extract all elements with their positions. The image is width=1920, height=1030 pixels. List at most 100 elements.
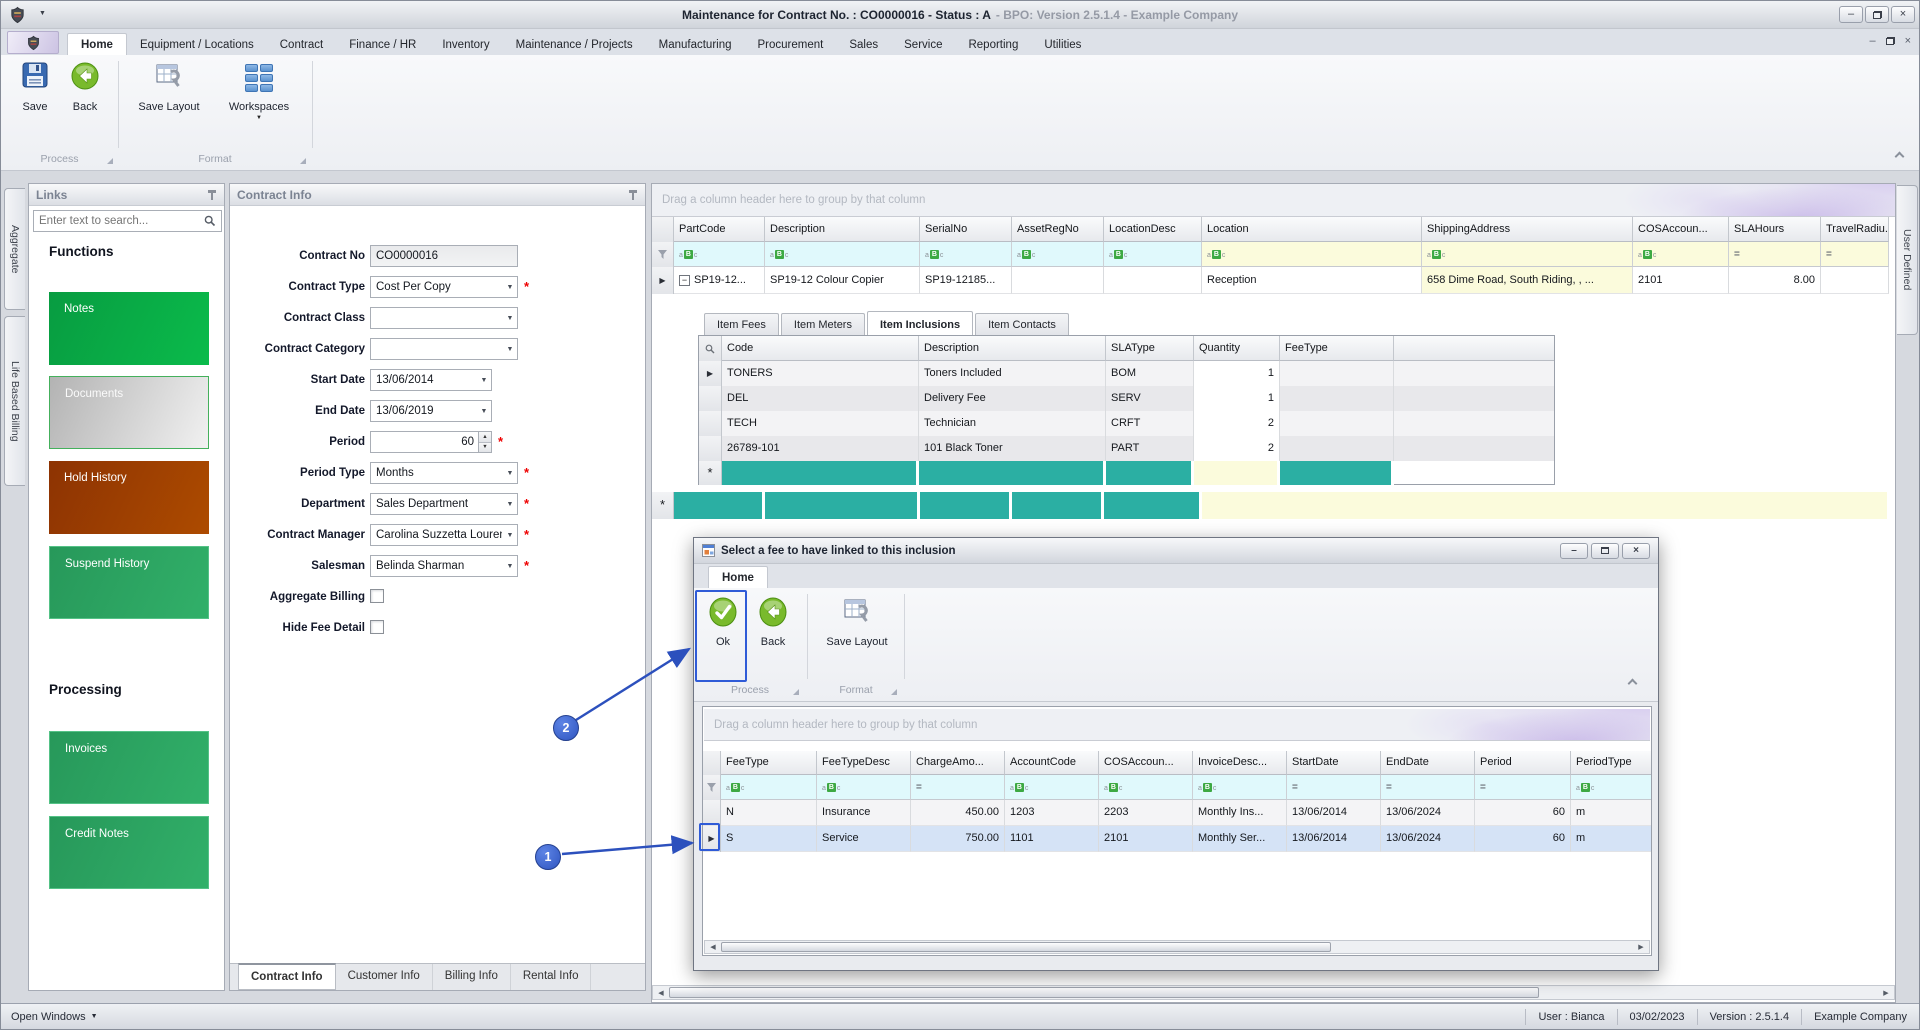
filter-cell[interactable]: aBc	[1422, 242, 1633, 267]
restore-button[interactable]	[1865, 6, 1889, 23]
notes-button[interactable]: Notes	[49, 292, 209, 365]
dialog-maximize-button[interactable]	[1591, 543, 1619, 559]
tab-finance-hr[interactable]: Finance / HR	[336, 34, 429, 55]
column-header[interactable]: SLAHours	[1729, 217, 1821, 242]
filter-cell[interactable]: aBc	[920, 242, 1012, 267]
column-header[interactable]: Description	[765, 217, 920, 242]
column-header[interactable]: TravelRadiu...	[1821, 217, 1889, 242]
new-cell[interactable]	[1104, 492, 1202, 519]
save-layout-button[interactable]: Save Layout	[133, 61, 205, 113]
quick-access-caret-icon[interactable]: ▼	[39, 10, 46, 17]
side-tab-aggregate[interactable]: Aggregate	[4, 188, 25, 310]
scrollbar-thumb[interactable]	[721, 942, 1331, 952]
filter-cell[interactable]: aBc	[1005, 775, 1099, 800]
periodtype-cell[interactable]: m	[1571, 800, 1651, 826]
period-type-select[interactable]: Months▼	[370, 462, 518, 484]
new-cell[interactable]	[920, 492, 1012, 519]
periodtype-cell[interactable]: m	[1571, 826, 1651, 852]
filter-cell[interactable]: aBc	[1202, 242, 1422, 267]
dialog-back-button[interactable]: Back	[746, 596, 800, 648]
invoices-button[interactable]: Invoices	[49, 731, 209, 804]
tab-item-contacts[interactable]: Item Contacts	[975, 313, 1069, 335]
startdate-cell[interactable]: 13/06/2014	[1287, 826, 1381, 852]
fee-row-insurance[interactable]: N Insurance 450.00 1203 2203 Monthly Ins…	[703, 800, 1651, 826]
column-header[interactable]: FeeType	[721, 751, 817, 775]
search-input[interactable]	[39, 215, 204, 227]
invoicedesc-cell[interactable]: Monthly Ser...	[1193, 826, 1287, 852]
partcode-cell[interactable]: −SP19-12...	[674, 267, 765, 294]
column-header[interactable]: StartDate	[1287, 751, 1381, 775]
filter-cell[interactable]: =	[1729, 242, 1821, 267]
scroll-left-icon[interactable]: ◀	[705, 941, 721, 953]
dialog-horizontal-scrollbar[interactable]: ◀ ▶	[704, 940, 1650, 954]
column-header[interactable]: SerialNo	[920, 217, 1012, 242]
side-tab-user-defined[interactable]: User Defined	[1897, 185, 1918, 335]
tab-equipment-locations[interactable]: Equipment / Locations	[127, 34, 267, 55]
fee-row-service[interactable]: ▶ S Service 750.00 1101 2101 Monthly Ser…	[703, 826, 1651, 852]
assetregno-cell[interactable]	[1012, 267, 1104, 294]
slatype-cell[interactable]: CRFT	[1106, 411, 1194, 436]
column-header[interactable]: AssetRegNo	[1012, 217, 1104, 242]
description-cell[interactable]: Technician	[919, 411, 1106, 436]
filter-cell[interactable]: aBc	[765, 242, 920, 267]
dialog-launcher-icon[interactable]	[300, 158, 306, 164]
aggregate-billing-checkbox[interactable]	[370, 589, 384, 603]
column-header[interactable]: COSAccoun...	[1633, 217, 1729, 242]
feetypedesc-cell[interactable]: Service	[817, 826, 911, 852]
filter-icon[interactable]	[652, 242, 674, 267]
travelradius-cell[interactable]	[1821, 267, 1889, 294]
contract-manager-select[interactable]: Carolina Suzzetta Lourens van de...▼	[370, 524, 518, 546]
ribbon-restore-icon[interactable]	[1886, 37, 1895, 45]
tab-contract[interactable]: Contract	[267, 34, 336, 55]
dialog-tab-home[interactable]: Home	[708, 566, 768, 588]
accountcode-cell[interactable]: 1203	[1005, 800, 1099, 826]
filter-cell[interactable]: aBc	[1193, 775, 1287, 800]
collapse-ribbon-icon[interactable]	[1895, 152, 1905, 162]
filter-cell[interactable]: =	[1821, 242, 1889, 267]
column-header[interactable]: PeriodType	[1571, 751, 1651, 775]
column-header[interactable]: Description	[919, 336, 1106, 361]
ribbon-minimize-icon[interactable]: –	[1869, 35, 1875, 47]
scroll-left-icon[interactable]: ◀	[653, 986, 669, 999]
new-code-cell[interactable]	[722, 461, 919, 485]
feetypedesc-cell[interactable]: Insurance	[817, 800, 911, 826]
feetype-cell[interactable]	[1280, 436, 1394, 461]
slatype-cell[interactable]: BOM	[1106, 361, 1194, 386]
filter-cell[interactable]: =	[1287, 775, 1381, 800]
filter-cell[interactable]: =	[1381, 775, 1475, 800]
feetype-cell[interactable]	[1280, 411, 1394, 436]
code-cell[interactable]: 26789-101	[722, 436, 919, 461]
workspaces-button[interactable]: Workspaces ▼	[223, 61, 295, 121]
pin-icon[interactable]	[628, 189, 638, 201]
filter-cell[interactable]: aBc	[1099, 775, 1193, 800]
quantity-cell[interactable]: 2	[1194, 436, 1280, 461]
invoicedesc-cell[interactable]: Monthly Ins...	[1193, 800, 1287, 826]
locationdesc-cell[interactable]	[1104, 267, 1202, 294]
tab-manufacturing[interactable]: Manufacturing	[646, 34, 745, 55]
new-slatype-cell[interactable]	[1106, 461, 1194, 485]
code-cell[interactable]: DEL	[722, 386, 919, 411]
contract-type-select[interactable]: Cost Per Copy▼	[370, 276, 518, 298]
tab-utilities[interactable]: Utilities	[1031, 34, 1094, 55]
hold-history-button[interactable]: Hold History	[49, 461, 209, 534]
feetype-cell[interactable]: N	[721, 800, 817, 826]
new-cell[interactable]	[765, 492, 920, 519]
column-header[interactable]: AccountCode	[1005, 751, 1099, 775]
description-cell[interactable]: Toners Included	[919, 361, 1106, 386]
filter-cell[interactable]: aBc	[1571, 775, 1651, 800]
quantity-cell[interactable]: 1	[1194, 386, 1280, 411]
inclusion-row[interactable]: ▶ TONERS Toners Included BOM 1	[699, 361, 1554, 386]
startdate-cell[interactable]: 13/06/2014	[1287, 800, 1381, 826]
tab-procurement[interactable]: Procurement	[745, 34, 837, 55]
tab-billing-info[interactable]: Billing Info	[433, 964, 511, 990]
column-header[interactable]: InvoiceDesc...	[1193, 751, 1287, 775]
application-menu-button[interactable]	[7, 31, 59, 54]
slatype-cell[interactable]: SERV	[1106, 386, 1194, 411]
slahours-cell[interactable]: 8.00	[1729, 267, 1821, 294]
suspend-history-button[interactable]: Suspend History	[49, 546, 209, 619]
accountcode-cell[interactable]: 1101	[1005, 826, 1099, 852]
chargeamount-cell[interactable]: 750.00	[911, 826, 1005, 852]
cosaccount-cell[interactable]: 2101	[1633, 267, 1729, 294]
column-header[interactable]: ChargeAmo...	[911, 751, 1005, 775]
shippingaddress-cell[interactable]: 658 Dime Road, South Riding, , ...	[1422, 267, 1633, 294]
